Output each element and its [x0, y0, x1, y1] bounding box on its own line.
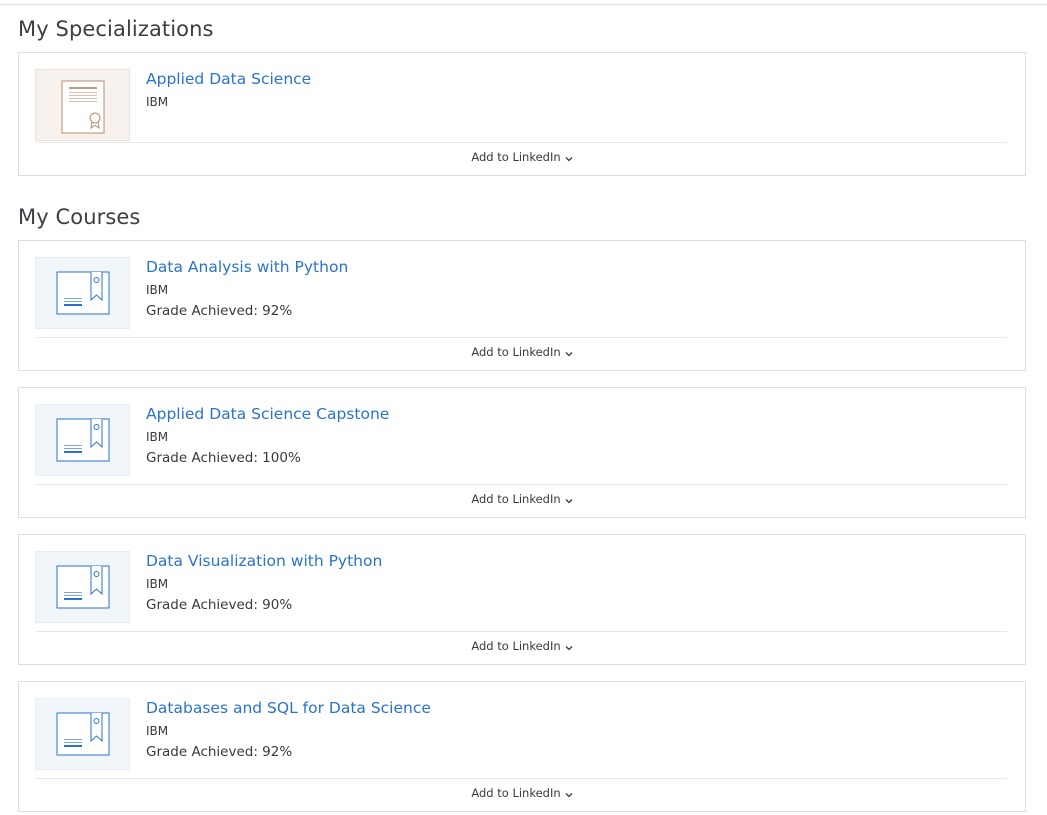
course-grade: Grade Achieved: 100%: [146, 450, 301, 466]
course-title-link[interactable]: Applied Data Science Capstone: [146, 405, 389, 423]
add-to-linkedin-label: Add to LinkedIn: [471, 150, 561, 164]
certificate-icon: [35, 69, 130, 141]
add-to-linkedin-button[interactable]: Add to LinkedIn: [19, 150, 1025, 165]
course-org: IBM: [146, 724, 169, 738]
card-divider: [35, 337, 1007, 338]
course-card: Data Analysis with Python IBM Grade Achi…: [18, 240, 1026, 371]
course-certificate-icon: [35, 551, 130, 623]
course-card: Databases and SQL for Data Science IBM G…: [18, 681, 1026, 812]
chevron-down-icon: [565, 151, 573, 165]
course-grade: Grade Achieved: 90%: [146, 597, 293, 613]
course-card: Data Visualization with Python IBM Grade…: [18, 534, 1026, 665]
chevron-down-icon: [565, 346, 573, 360]
specialization-card: Applied Data Science IBM Add to LinkedIn: [18, 52, 1026, 176]
chevron-down-icon: [565, 640, 573, 654]
top-divider: [0, 4, 1047, 5]
course-certificate-icon: [35, 404, 130, 476]
course-card: Applied Data Science Capstone IBM Grade …: [18, 387, 1026, 518]
course-org: IBM: [146, 283, 169, 297]
specialization-org: IBM: [146, 95, 169, 109]
course-title-link[interactable]: Data Visualization with Python: [146, 552, 382, 570]
add-to-linkedin-label: Add to LinkedIn: [471, 345, 561, 359]
specialization-title-link[interactable]: Applied Data Science: [146, 70, 311, 88]
card-divider: [35, 484, 1007, 485]
course-certificate-icon: [35, 698, 130, 770]
add-to-linkedin-button[interactable]: Add to LinkedIn: [19, 345, 1025, 360]
course-grade: Grade Achieved: 92%: [146, 303, 293, 319]
course-grade: Grade Achieved: 92%: [146, 744, 293, 760]
course-title-link[interactable]: Data Analysis with Python: [146, 258, 348, 276]
add-to-linkedin-button[interactable]: Add to LinkedIn: [19, 492, 1025, 507]
course-title-link[interactable]: Databases and SQL for Data Science: [146, 699, 431, 717]
add-to-linkedin-label: Add to LinkedIn: [471, 492, 561, 506]
card-divider: [35, 142, 1007, 143]
card-divider: [35, 778, 1007, 779]
courses-heading: My Courses: [18, 205, 141, 229]
specializations-heading: My Specializations: [18, 17, 214, 41]
course-org: IBM: [146, 577, 169, 591]
add-to-linkedin-button[interactable]: Add to LinkedIn: [19, 786, 1025, 801]
add-to-linkedin-button[interactable]: Add to LinkedIn: [19, 639, 1025, 654]
course-org: IBM: [146, 430, 169, 444]
chevron-down-icon: [565, 493, 573, 507]
add-to-linkedin-label: Add to LinkedIn: [471, 786, 561, 800]
card-divider: [35, 631, 1007, 632]
course-certificate-icon: [35, 257, 130, 329]
add-to-linkedin-label: Add to LinkedIn: [471, 639, 561, 653]
chevron-down-icon: [565, 787, 573, 801]
